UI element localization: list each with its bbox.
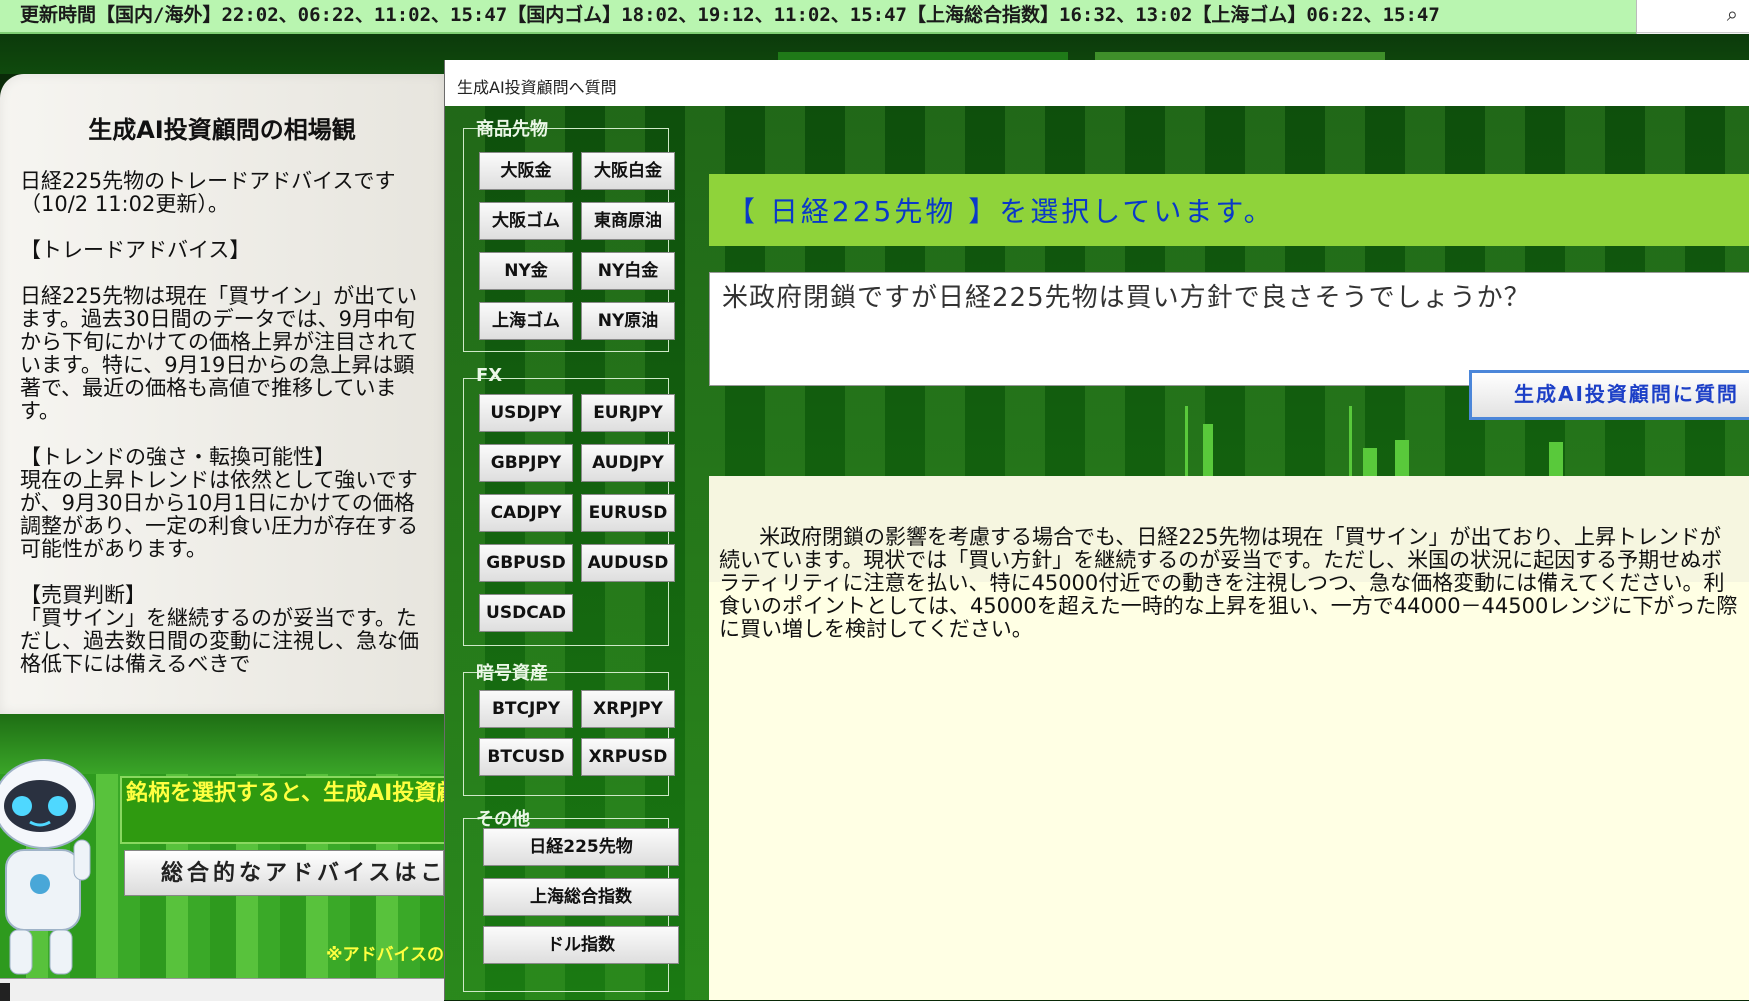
chart-decoration: [1395, 440, 1409, 476]
btn-dollar-index[interactable]: ドル指数: [483, 926, 679, 964]
crypto-group-label: 暗号資産: [476, 663, 548, 684]
market-view-body: 日経225先物のトレードアドバイスです（10/2 11:02更新）。 【トレード…: [20, 169, 419, 676]
btn-eurusd[interactable]: EURUSD: [581, 494, 675, 532]
btn-usdjpy[interactable]: USDJPY: [479, 394, 573, 432]
chart-decoration: [1349, 406, 1352, 476]
btn-cadjpy[interactable]: CADJPY: [479, 494, 573, 532]
update-times-ticker: 更新時間【国内/海外】22:02、06:22、11:02、15:47【国内ゴム】…: [0, 0, 1636, 34]
btn-osaka-platinum[interactable]: 大阪白金: [581, 152, 675, 190]
btn-xrpjpy[interactable]: XRPJPY: [581, 690, 675, 728]
background-strip: [1095, 52, 1385, 60]
btn-nikkei225-futures[interactable]: 日経225先物: [483, 828, 679, 866]
question-input[interactable]: 米政府閉鎖ですが日経225先物は買い方針で良さそうでしょうか？: [709, 272, 1749, 386]
strip-marker: [0, 983, 10, 1001]
status-strip: [0, 978, 444, 1001]
market-view-panel: 生成AI投資顧問の相場観 日経225先物のトレードアドバイスです（10/2 11…: [0, 74, 444, 714]
chart-decoration: [1203, 424, 1213, 476]
btn-shanghai-rubber[interactable]: 上海ゴム: [479, 302, 573, 340]
background-strip: [778, 52, 1068, 60]
chart-decoration: [1549, 442, 1563, 476]
btn-xrpusd[interactable]: XRPUSD: [581, 738, 675, 776]
chart-decoration: [1363, 448, 1377, 476]
dialog-client: 商品先物 大阪金 大阪白金 大阪ゴム 東商原油 NY金 NY白金 上海ゴム NY…: [445, 106, 1749, 1000]
btn-tocom-crude[interactable]: 東商原油: [581, 202, 675, 240]
btn-ny-platinum[interactable]: NY白金: [581, 252, 675, 290]
search-icon[interactable]: ⌕: [1727, 2, 1738, 26]
chart-decoration: [1185, 406, 1188, 476]
btn-osaka-gold[interactable]: 大阪金: [479, 152, 573, 190]
fx-group-label: FX: [476, 365, 503, 386]
dialog-titlebar[interactable]: 生成AI投資顧問へ質問: [445, 60, 1749, 107]
btn-usdcad[interactable]: USDCAD: [479, 594, 573, 632]
btn-audusd[interactable]: AUDUSD: [581, 544, 675, 582]
dialog-title: 生成AI投資顧問へ質問: [457, 78, 617, 97]
selected-instrument-text: 【 日経225先物 】を選択しています。: [727, 195, 1275, 228]
selected-instrument-bar: 【 日経225先物 】を選択しています。: [709, 174, 1749, 246]
btn-btcusd[interactable]: BTCUSD: [479, 738, 573, 776]
btn-shanghai-composite[interactable]: 上海総合指数: [483, 878, 679, 916]
robot-mascot-icon: [0, 759, 95, 975]
btn-osaka-rubber[interactable]: 大阪ゴム: [479, 202, 573, 240]
btn-ny-gold[interactable]: NY金: [479, 252, 573, 290]
btn-ny-crude[interactable]: NY原油: [581, 302, 675, 340]
notice-text: 銘柄を選択すると、生成AI投資顧問からのアドバイスが表示されます。: [126, 781, 444, 806]
answer-area[interactable]: 米政府閉鎖の影響を考慮する場合でも、日経225先物は現在「買サイン」が出ており、…: [709, 476, 1749, 1000]
ask-ai-button[interactable]: 生成AI投資顧問に質問: [1469, 370, 1749, 420]
btn-gbpjpy[interactable]: GBPJPY: [479, 444, 573, 482]
answer-text: 米政府閉鎖の影響を考慮する場合でも、日経225先物は現在「買サイン」が出ており、…: [719, 525, 1738, 641]
market-view-title: 生成AI投資顧問の相場観: [88, 116, 356, 144]
btn-gbpusd[interactable]: GBPUSD: [479, 544, 573, 582]
overall-advice-button[interactable]: 総合的なアドバイスはこちら: [124, 850, 444, 896]
btn-eurjpy[interactable]: EURJPY: [581, 394, 675, 432]
btn-audjpy[interactable]: AUDJPY: [581, 444, 675, 482]
ask-ai-dialog: 生成AI投資顧問へ質問 商品先物 大阪金 大阪白金 大阪ゴム 東商原油 NY金 …: [444, 60, 1749, 1000]
btn-btcjpy[interactable]: BTCJPY: [479, 690, 573, 728]
commodities-group-label: 商品先物: [476, 119, 548, 140]
